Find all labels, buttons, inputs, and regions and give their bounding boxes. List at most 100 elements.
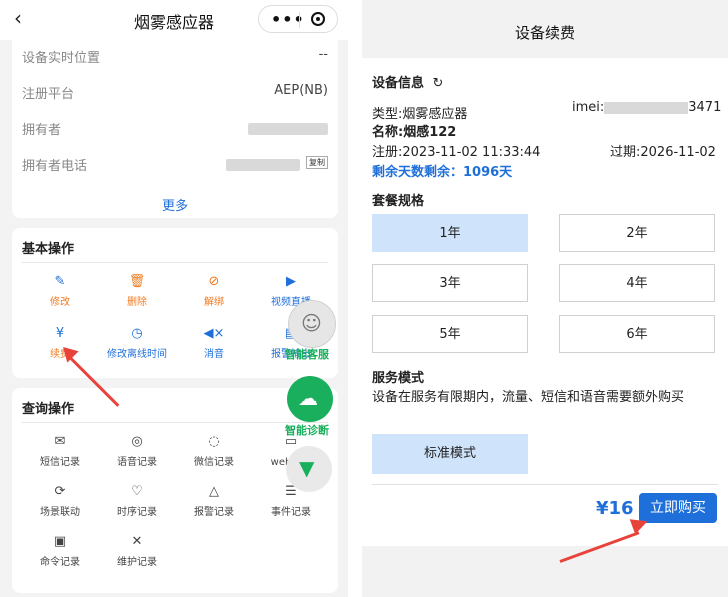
op-mute[interactable]: ◀× 消音 bbox=[174, 326, 254, 360]
op-offline-time[interactable]: ◷ 修改离线时间 bbox=[97, 326, 177, 360]
info-label: 拥有者电话 bbox=[22, 159, 88, 174]
plan-option-4y[interactable]: 4年 bbox=[559, 264, 715, 302]
info-row-location: 设备实时位置 -- bbox=[22, 47, 328, 67]
smart-diagnosis-label[interactable]: 智能诊断 bbox=[285, 422, 329, 438]
trash-icon: 🗑 bbox=[128, 274, 146, 289]
renew-icon: ¥ bbox=[55, 326, 65, 341]
info-value: AEP(NB) bbox=[274, 83, 328, 98]
op-delete[interactable]: 🗑 删除 bbox=[97, 274, 177, 308]
op-maintenance-records[interactable]: ✕ 维护记录 bbox=[97, 534, 177, 568]
heartbeat-icon: ♡ bbox=[131, 484, 143, 499]
chat-icon: ◌ bbox=[208, 434, 220, 449]
expire-date: 过期:2026-11-02 bbox=[610, 145, 716, 160]
tools-icon: ✕ bbox=[131, 534, 143, 549]
info-label: 拥有者 bbox=[22, 123, 62, 138]
mute-icon: ◀× bbox=[203, 326, 225, 341]
device-imei: imei: 3471 bbox=[572, 100, 721, 115]
copy-button[interactable]: 复制 bbox=[306, 156, 328, 169]
op-label: 报警记录 bbox=[194, 507, 234, 518]
op-scene-linkage[interactable]: ⟳ 场景联动 bbox=[20, 484, 100, 518]
device-name: 名称:烟感122 bbox=[372, 125, 457, 140]
section-title: 查询操作 bbox=[22, 402, 75, 417]
op-voice-records[interactable]: ◎ 语音记录 bbox=[97, 434, 177, 468]
service-mode-option[interactable]: 标准模式 bbox=[372, 434, 528, 474]
plan-option-5y[interactable]: 5年 bbox=[372, 315, 528, 353]
op-timing-records[interactable]: ♡ 时序记录 bbox=[97, 484, 177, 518]
op-unbind[interactable]: ⊘ 解绑 bbox=[174, 274, 254, 308]
op-label: 事件记录 bbox=[271, 507, 311, 518]
voice-icon: ◎ bbox=[131, 434, 143, 449]
redacted-phone bbox=[226, 159, 300, 171]
siren-icon: △ bbox=[209, 484, 219, 499]
page-title: 设备续费 bbox=[514, 24, 575, 42]
op-alarm-records[interactable]: △ 报警记录 bbox=[174, 484, 254, 518]
redacted-owner bbox=[248, 123, 328, 135]
clock-icon: ◷ bbox=[131, 326, 143, 341]
op-command-records[interactable]: ▣ 命令记录 bbox=[20, 534, 100, 568]
device-info-title-text: 设备信息 bbox=[372, 76, 425, 91]
mail-icon: ✉ bbox=[54, 434, 66, 449]
op-edit[interactable]: ✎ 修改 bbox=[20, 274, 100, 308]
redacted-imei bbox=[604, 101, 689, 114]
scene-icon: ⟳ bbox=[54, 484, 66, 499]
op-label: 语音记录 bbox=[117, 457, 157, 468]
robot-icon: ☺ bbox=[301, 311, 322, 335]
capsule-divider bbox=[299, 12, 300, 28]
info-label: 设备实时位置 bbox=[22, 51, 101, 66]
op-label: 消音 bbox=[204, 349, 224, 360]
terminal-icon: ▣ bbox=[53, 534, 67, 549]
plan-option-6y[interactable]: 6年 bbox=[559, 315, 715, 353]
unbind-icon: ⊘ bbox=[208, 274, 220, 289]
device-info-card: 设备实时位置 -- 注册平台 AEP(NB) 拥有者 拥有者电话 复制 更多 bbox=[12, 40, 338, 218]
info-row-owner: 拥有者 bbox=[22, 119, 328, 139]
divider bbox=[22, 422, 328, 423]
buy-now-button[interactable]: 立即购买 bbox=[639, 493, 717, 523]
right-header: 设备续费 bbox=[362, 0, 728, 50]
info-row-platform: 注册平台 AEP(NB) bbox=[22, 83, 328, 103]
op-label: 命令记录 bbox=[40, 557, 80, 568]
op-sms-records[interactable]: ✉ 短信记录 bbox=[20, 434, 100, 468]
plan-option-2y[interactable]: 2年 bbox=[559, 214, 715, 252]
price: ¥16 bbox=[596, 498, 634, 519]
op-label: 场景联动 bbox=[40, 507, 80, 518]
play-icon: ▶ bbox=[286, 274, 296, 289]
left-header: ‹ 烟雾感应器 ••• bbox=[0, 0, 348, 40]
smart-service-float[interactable]: ☺ bbox=[288, 300, 336, 348]
section-title: 基本操作 bbox=[22, 242, 75, 257]
op-label: 维护记录 bbox=[117, 557, 157, 568]
op-label: 删除 bbox=[127, 297, 147, 308]
op-wechat-records[interactable]: ◌ 微信记录 bbox=[174, 434, 254, 468]
divider bbox=[372, 484, 718, 485]
renewal-panel: 设备续费 设备信息 ↻ 类型:烟雾感应器 imei: 3471 名称:烟感122 … bbox=[362, 0, 728, 597]
op-label: 解绑 bbox=[204, 297, 224, 308]
collapse-float[interactable]: ▼ bbox=[286, 446, 332, 492]
service-title: 服务模式 bbox=[372, 371, 425, 386]
service-desc: 设备在服务有限期内，流量、短信和语音需要额外购买 bbox=[372, 390, 685, 405]
smart-diagnosis-float[interactable]: ☁ bbox=[287, 376, 333, 422]
cloud-icon: ☁ bbox=[298, 386, 318, 410]
close-miniapp-icon[interactable] bbox=[311, 12, 325, 26]
info-label: 注册平台 bbox=[22, 87, 75, 102]
register-date: 注册:2023-11-02 11:33:44 bbox=[372, 145, 541, 160]
device-detail-panel: ‹ 烟雾感应器 ••• 设备实时位置 -- 注册平台 AEP(NB) 拥有者 拥… bbox=[0, 0, 348, 597]
op-label: 微信记录 bbox=[194, 457, 234, 468]
renewal-body: 设备信息 ↻ 类型:烟雾感应器 imei: 3471 名称:烟感122 注册:20… bbox=[362, 58, 728, 546]
plan-title: 套餐规格 bbox=[372, 194, 425, 209]
refresh-icon[interactable]: ↻ bbox=[433, 76, 444, 91]
more-link[interactable]: 更多 bbox=[12, 195, 338, 214]
edit-icon: ✎ bbox=[54, 274, 66, 289]
op-label: 时序记录 bbox=[117, 507, 157, 518]
device-info-title: 设备信息 ↻ bbox=[372, 72, 443, 91]
query-ops-card: 查询操作 ✉ 短信记录 ◎ 语音记录 ◌ 微信记录 ▭ web推送 ⟳ 场景联动… bbox=[12, 388, 338, 593]
chevron-down-icon: ▼ bbox=[299, 456, 315, 480]
imei-prefix: imei: bbox=[572, 100, 605, 115]
info-row-owner-phone: 拥有者电话 复制 bbox=[22, 155, 328, 175]
miniapp-capsule[interactable]: ••• bbox=[258, 5, 338, 33]
plan-option-1y[interactable]: 1年 bbox=[372, 214, 528, 252]
smart-service-label[interactable]: 智能客服 bbox=[285, 346, 329, 362]
plan-option-3y[interactable]: 3年 bbox=[372, 264, 528, 302]
info-value: -- bbox=[318, 47, 328, 62]
imei-suffix: 3471 bbox=[688, 100, 722, 115]
op-label: 修改 bbox=[50, 297, 70, 308]
op-label: 修改离线时间 bbox=[107, 349, 167, 360]
